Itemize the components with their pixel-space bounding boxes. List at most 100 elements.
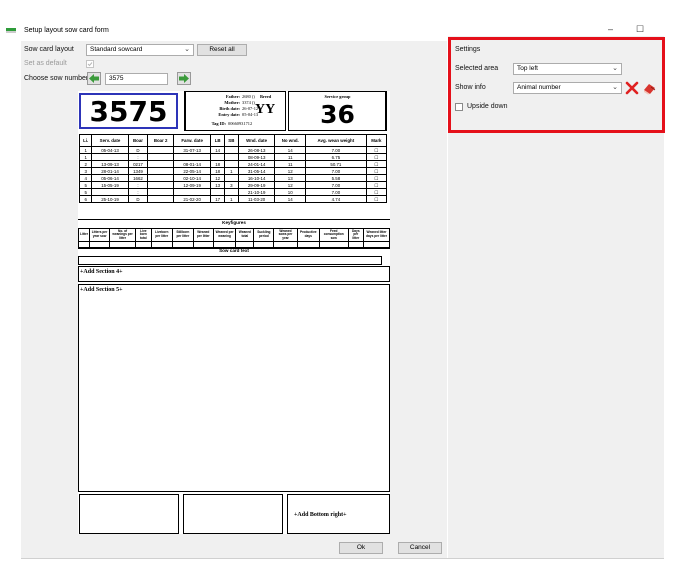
- keyfigures-col-header: Litters per year sow: [88, 228, 111, 242]
- table-cell: 12-09-19: [172, 181, 212, 189]
- keyfigures-col-header: Productive days: [296, 228, 320, 242]
- table-cell: 1662: [127, 174, 149, 182]
- keyfigures-table: Litter Litters per year sow No. of weaning…: [78, 228, 390, 249]
- table-cell: [147, 160, 174, 168]
- table-row: 1 05-04-13 D 31-07-13 14 26-08-13 14 7.00 ☐: [78, 146, 388, 154]
- sow-number-area[interactable]: 3575: [79, 93, 178, 129]
- table-row: 5 15-05-19: 12-09-19 13 3 29-09-19 12 7.00 ☐: [78, 181, 388, 189]
- table-cell: 14: [274, 195, 307, 203]
- keyfigures-col-header: Suckling period: [253, 228, 275, 242]
- table-cell: 4.74: [305, 195, 367, 203]
- sow-card-text-area[interactable]: Sow card text: [78, 247, 390, 265]
- table-cell: D: [127, 146, 149, 154]
- sow-card-text-title: Sow card text: [219, 248, 249, 253]
- table-cell: D: [127, 195, 149, 203]
- keyfigures-col-header: Stillborn per litter: [171, 228, 194, 242]
- table-cell: :: [127, 188, 149, 196]
- father-label: Father:: [225, 94, 240, 99]
- table-cell: 18: [210, 160, 225, 168]
- keyfigures-title: Keyfigures: [78, 219, 390, 228]
- table-cell: [147, 167, 174, 175]
- litter-col-header: SB: [223, 134, 239, 147]
- section-5-area[interactable]: +Add Section 5+: [78, 284, 390, 492]
- table-cell: 16-10-14: [237, 174, 276, 182]
- chevron-down-icon: ⌄: [184, 46, 190, 53]
- bottom-middle-area[interactable]: [183, 494, 283, 534]
- breed-value: YY: [255, 102, 276, 117]
- bottom-left-area[interactable]: [79, 494, 179, 534]
- reset-all-button[interactable]: Reset all: [197, 44, 247, 56]
- minimize-button[interactable]: –: [608, 24, 613, 34]
- cancel-button[interactable]: Cancel: [398, 542, 442, 554]
- table-cell: 12: [274, 167, 307, 175]
- table-cell: [223, 146, 239, 154]
- table-row: 2 13-09-13 0217 08-01-14 18 24-01-14 11 50.71 ☐: [78, 160, 388, 168]
- add-section-4-label: +Add Section 4+: [80, 269, 123, 275]
- ok-button[interactable]: Ok: [339, 542, 383, 554]
- table-cell: 15-05-19: [91, 181, 129, 189]
- table-cell: 2: [78, 160, 93, 168]
- next-sow-button[interactable]: [177, 72, 191, 85]
- birth-date-label: Birth date:: [219, 106, 240, 111]
- litter-table-body: 1 05-04-13 D 31-07-13 14 26-08-13 14 7.00 ☐ 1:08-…: [78, 146, 388, 203]
- table-cell: ☐: [365, 174, 388, 182]
- table-cell: 0217: [127, 160, 149, 168]
- table-row: 1: 08-09-13 11 6.75 ☐: [78, 153, 388, 161]
- table-cell: 29-09-19: [237, 181, 276, 189]
- table-cell: ☐: [365, 195, 388, 203]
- tag-id-value: 00660931712: [228, 121, 253, 126]
- table-cell: 13: [210, 181, 225, 189]
- litter-col-header: No wnd.: [274, 134, 307, 147]
- set-as-default-checkbox[interactable]: [86, 60, 94, 68]
- previous-sow-button[interactable]: [87, 72, 101, 85]
- set-as-default-label: Set as default: [24, 60, 67, 67]
- table-cell: 05-06-14: [91, 174, 129, 182]
- app-icon: [6, 28, 16, 34]
- table-cell: 12: [274, 181, 307, 189]
- litter-table: Li. Serv. date Boar Boar 2 Farw. date LB SB Wnd…: [78, 134, 388, 203]
- maximize-button[interactable]: ☐: [636, 24, 644, 35]
- litter-col-header: Serv. date: [91, 134, 129, 147]
- table-cell: 02-10-14: [172, 174, 212, 182]
- section-4-area[interactable]: +Add Section 4+: [78, 266, 390, 282]
- settings-highlight-frame: [448, 37, 665, 133]
- service-group-area[interactable]: Service group 36: [288, 91, 387, 131]
- table-cell: 6: [78, 195, 93, 203]
- table-cell: [172, 188, 212, 196]
- table-cell: 7.00: [305, 188, 367, 196]
- table-cell: 1: [78, 153, 93, 161]
- table-cell: [147, 146, 174, 154]
- table-cell: ☐: [365, 146, 388, 154]
- sow-card-layout-select[interactable]: Standard sowcard ⌄: [86, 44, 194, 56]
- layout-select-value: Standard sowcard: [90, 46, 143, 53]
- keyfigures-area[interactable]: Keyfigures Litter Litters per year sow No.…: [78, 219, 390, 249]
- keyfigures-col-header: Weaned litter days per litter: [363, 228, 390, 242]
- table-cell: [91, 153, 129, 161]
- sow-card-layout-label: Sow card layout: [24, 46, 74, 53]
- table-cell: 25-10-19: [91, 195, 129, 203]
- service-group-value: 36: [320, 100, 355, 129]
- litter-col-header: Boar: [127, 134, 149, 147]
- table-cell: [147, 195, 174, 203]
- keyfigures-header: Litter Litters per year sow No. of weaning…: [78, 228, 390, 242]
- table-cell: 14: [210, 146, 225, 154]
- table-cell: [210, 153, 225, 161]
- add-section-5-label: +Add Section 5+: [80, 287, 123, 293]
- sow-number-input[interactable]: 3575: [105, 73, 168, 85]
- table-cell: 5: [78, 188, 93, 196]
- bottom-right-area[interactable]: +Add Bottom right+: [287, 494, 390, 534]
- table-cell: ☐: [365, 167, 388, 175]
- litter-table-area[interactable]: Li. Serv. date Boar Boar 2 Farw. date LB SB Wnd…: [78, 134, 388, 203]
- mother-label: Mother:: [224, 100, 240, 105]
- table-cell: 3: [223, 181, 239, 189]
- table-cell: 11: [274, 160, 307, 168]
- table-cell: [91, 188, 129, 196]
- mother-value: 3374 (): [242, 100, 255, 105]
- table-cell: 12: [210, 174, 225, 182]
- sow-info-area[interactable]: Father: 2680 () Mother: 3374 () Birth da…: [184, 91, 286, 131]
- litter-col-header: Farw. date: [172, 134, 212, 147]
- table-cell: 1: [223, 195, 239, 203]
- arrow-left-icon: [89, 74, 99, 83]
- table-cell: 21-02-20: [172, 195, 212, 203]
- table-row: 5: 21-10-19 10 7.00 ☐: [78, 188, 388, 196]
